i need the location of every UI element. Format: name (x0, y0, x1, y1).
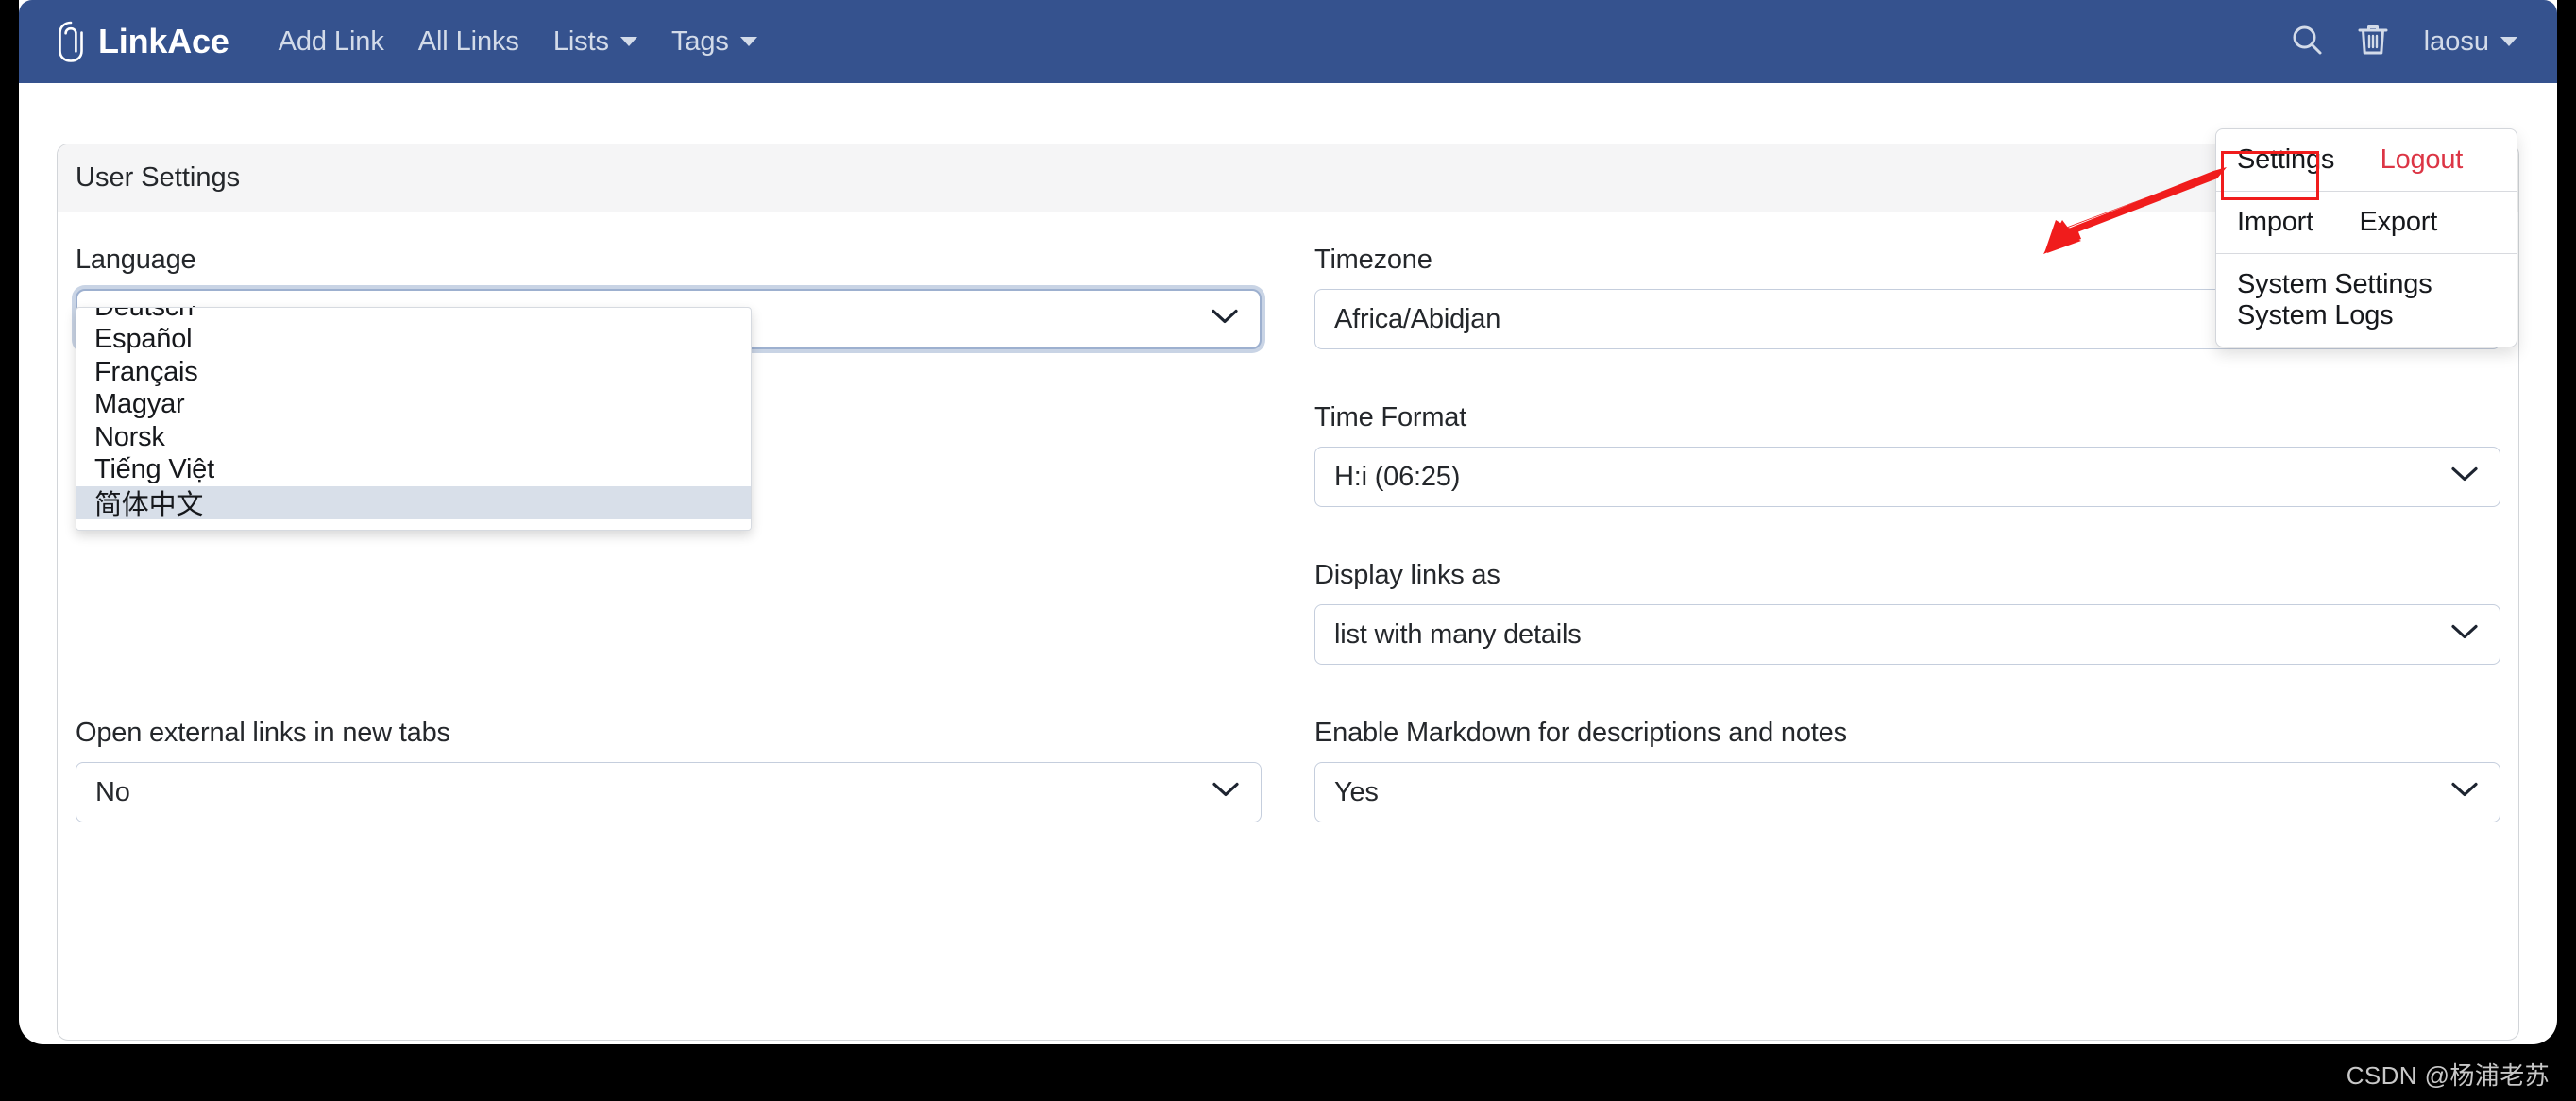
brand-logo-link[interactable]: LinkAce (57, 20, 229, 63)
card-body: Language English Deutsch (58, 212, 2518, 822)
field-enable-markdown: Enable Markdown for descriptions and not… (1314, 718, 2500, 822)
chevron-down-icon (1212, 782, 1240, 804)
search-icon (2290, 23, 2324, 61)
card-header: User Settings (58, 144, 2518, 212)
user-dropdown-menu: Settings Logout Import Export System Set… (2215, 128, 2517, 347)
language-option-norsk[interactable]: Norsk (76, 421, 752, 454)
display-links-as-selected-value: list with many details (1334, 619, 1582, 651)
chevron-down-icon (1211, 309, 1239, 330)
field-label-open-external-links: Open external links in new tabs (76, 718, 1262, 749)
nav-link-label: All Links (418, 26, 519, 58)
field-label-display-links-as: Display links as (1314, 560, 2500, 591)
menu-item-settings[interactable]: Settings (2216, 136, 2355, 183)
chevron-down-icon (2450, 624, 2479, 646)
menu-divider (2216, 253, 2517, 254)
brand-name: LinkAce (98, 22, 229, 61)
form-row-3: Display links as list with many details (76, 560, 2500, 665)
form-row-spacer (76, 665, 2500, 718)
search-button[interactable] (2286, 21, 2328, 62)
trash-button[interactable] (2352, 21, 2394, 62)
chevron-down-icon (2500, 37, 2517, 46)
user-menu-button[interactable]: laosu (2418, 26, 2517, 58)
timezone-selected-value: Africa/Abidjan (1334, 304, 1500, 335)
nav-link-label: Tags (671, 26, 729, 58)
field-label-enable-markdown: Enable Markdown for descriptions and not… (1314, 718, 2500, 749)
open-external-links-select[interactable]: No (76, 762, 1262, 822)
language-option-espanol[interactable]: Español (76, 324, 752, 357)
user-name-label: laosu (2424, 26, 2489, 58)
nav-link-all-links[interactable]: All Links (401, 26, 536, 58)
nav-link-label: Add Link (279, 26, 384, 58)
field-row3-left-placeholder (76, 560, 1262, 665)
chevron-down-icon (2450, 466, 2479, 488)
nav-link-lists[interactable]: Lists (536, 26, 654, 58)
language-option-simplified-chinese[interactable]: 简体中文 (76, 486, 752, 519)
menu-item-logout[interactable]: Logout (2360, 136, 2484, 183)
display-links-as-select[interactable]: list with many details (1314, 604, 2500, 665)
field-open-external-links: Open external links in new tabs No (76, 718, 1262, 822)
language-option-tieng-viet[interactable]: Tiếng Việt (76, 454, 752, 487)
field-label-language: Language (76, 245, 1262, 276)
user-settings-card: User Settings Language English (57, 144, 2519, 1041)
nav-link-label: Lists (553, 26, 609, 58)
menu-item-export[interactable]: Export (2338, 198, 2458, 246)
form-row-1: Language English Deutsch (76, 245, 2500, 349)
browser-page-frame: LinkAce Add Link All Links Lists Tags (19, 0, 2557, 1044)
language-option-deutsch[interactable]: Deutsch (76, 307, 752, 324)
time-format-select[interactable]: H:i (06:25) (1314, 447, 2500, 507)
paperclip-icon (57, 20, 85, 63)
top-navbar: LinkAce Add Link All Links Lists Tags (19, 0, 2557, 83)
nav-link-tags[interactable]: Tags (654, 26, 774, 58)
listbox-bottom-edge (76, 525, 752, 530)
field-display-links-as: Display links as list with many details (1314, 560, 2500, 665)
navbar-right-actions: laosu (2286, 21, 2517, 62)
language-options-listbox[interactable]: Deutsch Español Français Magyar Norsk Ti… (76, 307, 752, 531)
watermark: CSDN @杨浦老苏 (2347, 1057, 2550, 1092)
enable-markdown-select[interactable]: Yes (1314, 762, 2500, 822)
menu-item-system-logs[interactable]: System Logs (2216, 292, 2414, 339)
time-format-selected-value: H:i (06:25) (1334, 462, 1460, 493)
open-external-links-selected-value: No (95, 777, 130, 808)
enable-markdown-selected-value: Yes (1334, 777, 1379, 808)
form-row-4: Open external links in new tabs No Enabl… (76, 718, 2500, 822)
menu-item-import[interactable]: Import (2216, 198, 2334, 246)
field-time-format: Time Format H:i (06:25) (1314, 402, 2500, 507)
page-title: User Settings (76, 162, 240, 194)
language-option-magyar[interactable]: Magyar (76, 389, 752, 422)
language-options-scroll: Deutsch Español Français Magyar Norsk Ti… (76, 307, 752, 519)
trash-icon (2357, 23, 2389, 61)
chevron-down-icon (2450, 782, 2479, 804)
language-option-francais[interactable]: Français (76, 356, 752, 389)
field-label-time-format: Time Format (1314, 402, 2500, 433)
chevron-down-icon (620, 37, 637, 46)
menu-divider (2216, 191, 2517, 192)
nav-link-add-link[interactable]: Add Link (262, 26, 401, 58)
field-language: Language English Deutsch (76, 245, 1262, 349)
chevron-down-icon (740, 37, 757, 46)
nav-links: Add Link All Links Lists Tags (262, 26, 774, 58)
